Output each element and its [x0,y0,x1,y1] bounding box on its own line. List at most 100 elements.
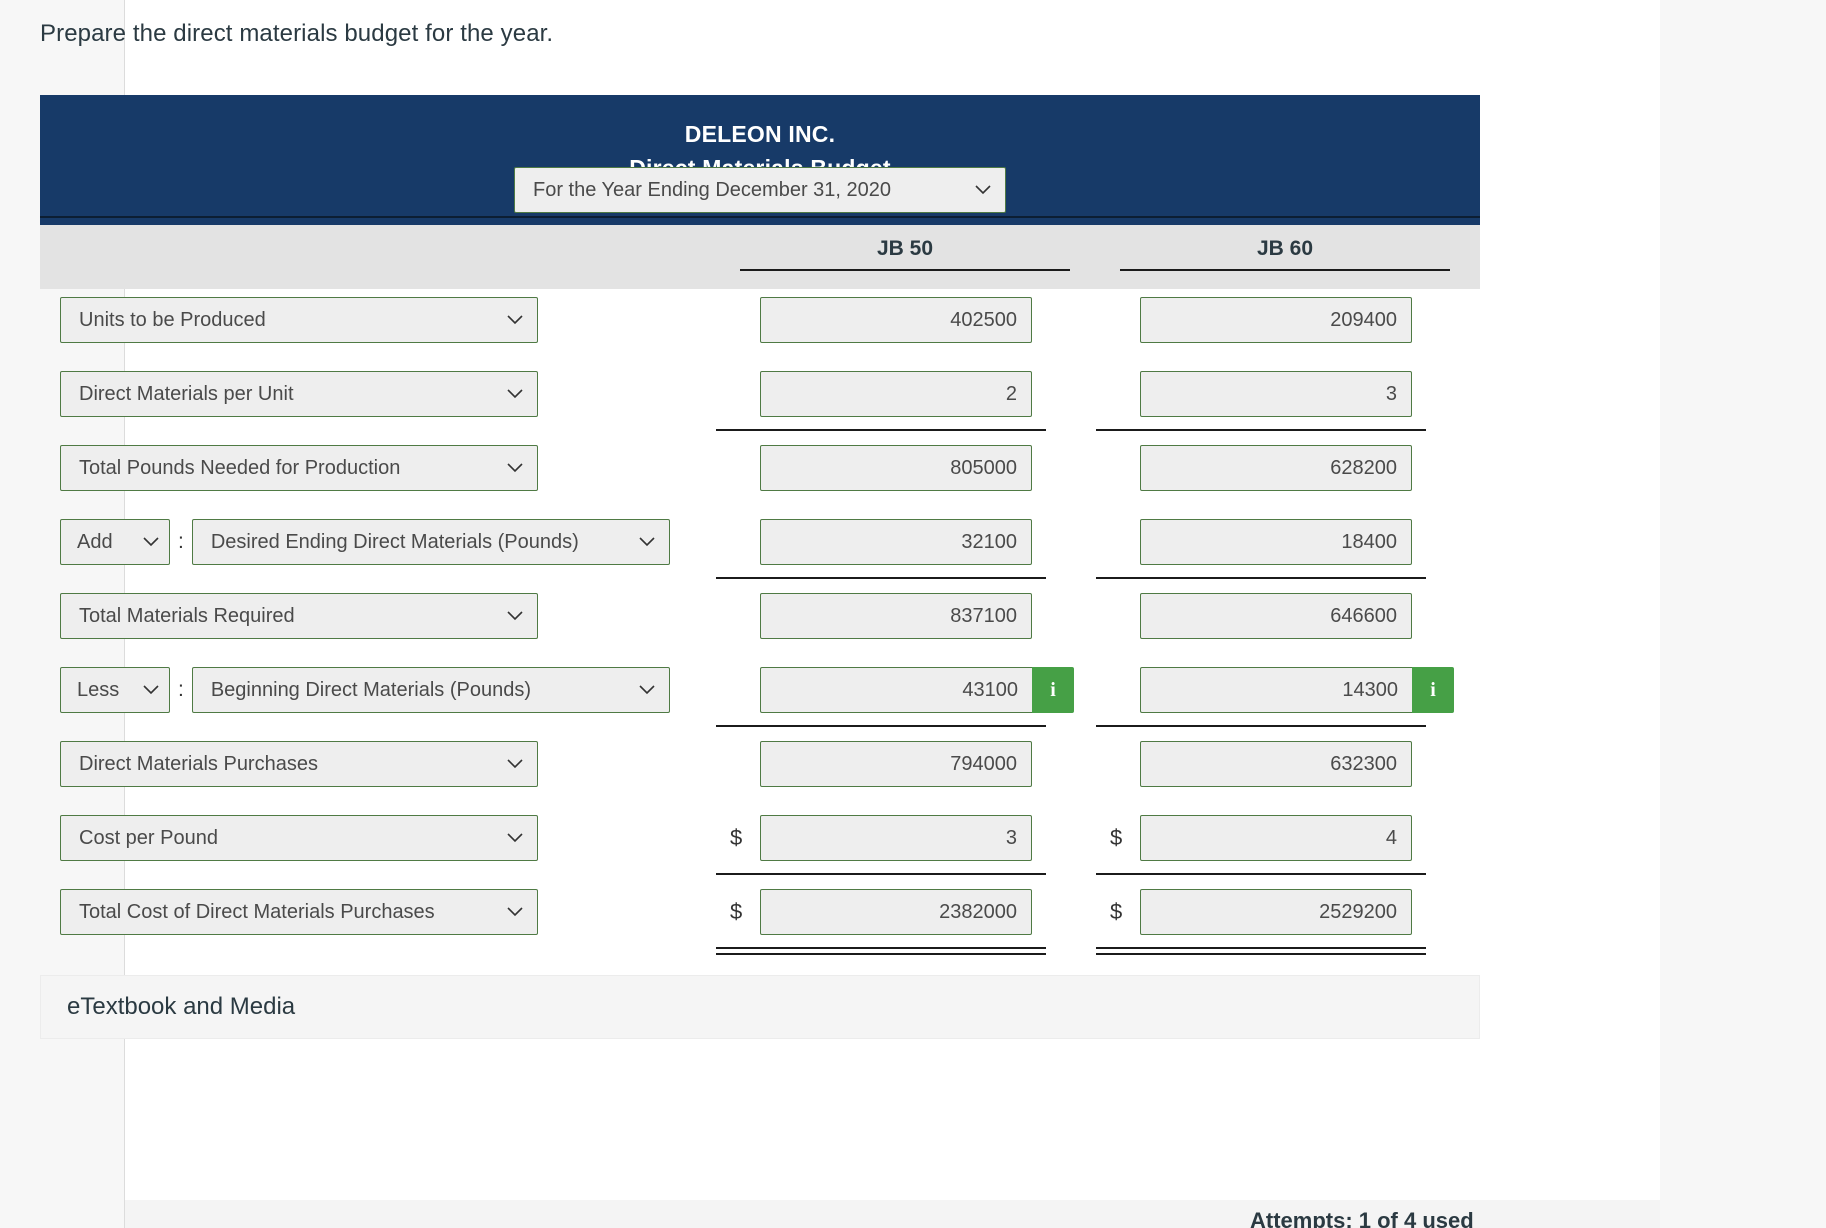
value-cell-jb50: $32100 [730,519,1032,565]
amount-input-jb60[interactable]: 18400 [1140,519,1412,565]
chevron-down-icon [507,816,523,860]
period-select-value: For the Year Ending December 31, 2020 [533,179,892,201]
chevron-down-icon [507,594,523,638]
amount-input-jb50[interactable]: 805000 [760,445,1032,491]
chevron-down-icon [143,668,159,712]
period-select[interactable]: For the Year Ending December 31, 2020 [514,167,1006,213]
account-select[interactable]: Units to be Produced [60,297,538,343]
value-cell-jb50: $2382000 [730,889,1032,935]
statement-row: Total Cost of Direct Materials Purchases… [40,881,1480,955]
currency-symbol: $ [730,825,743,850]
column-header-jb60: JB 60 [1120,237,1450,271]
row-label-cell: Total Materials Required [60,593,538,639]
subtotal-rule [1096,873,1426,875]
amount-input-jb50[interactable]: 32100 [760,519,1032,565]
value-cell-jb60: $628200 [1110,445,1412,491]
direct-materials-budget-statement: DELEON INC. Direct Materials Budget For … [40,95,1480,989]
amount-input-jb60[interactable]: 628200 [1140,445,1412,491]
statement-body: Units to be Produced $402500 $209400 Direct… [40,289,1480,989]
amount-input-jb60[interactable]: 646600 [1140,593,1412,639]
account-select[interactable]: Direct Materials per Unit [60,371,538,417]
total-double-rule [716,947,1046,955]
statement-row: Direct Materials per Unit $2 $3 [40,363,1480,437]
value-cell-jb60: $209400 [1110,297,1412,343]
chevron-down-icon [975,168,991,212]
account-select-value: Total Pounds Needed for Production [79,457,401,479]
value-cell-jb60: $646600 [1110,593,1412,639]
amount-input-jb60[interactable]: 4 [1140,815,1412,861]
operator-colon: : [178,678,184,701]
operator-select-value: Less [77,679,120,701]
statement-header: DELEON INC. Direct Materials Budget For … [40,95,1480,225]
amount-input-jb50[interactable]: 3 [760,815,1032,861]
account-select[interactable]: Total Cost of Direct Materials Purchases [60,889,538,935]
currency-symbol: $ [730,899,743,924]
operator-select[interactable]: Add [60,519,170,565]
subtotal-rule [716,725,1046,727]
value-cell-jb50: $3 [730,815,1032,861]
value-cell-jb60: $4 [1110,815,1412,861]
currency-symbol: $ [1110,825,1123,850]
account-select-value: Desired Ending Direct Materials (Pounds) [210,531,579,553]
amount-input-jb60[interactable]: 2529200 [1140,889,1412,935]
info-icon[interactable]: i [1412,667,1454,713]
subtotal-rule [1096,429,1426,431]
etextbook-and-media-label: eTextbook and Media [67,993,296,1020]
row-label-cell: Add: Desired Ending Direct Materials (Pou… [60,519,670,565]
period-select-wrapper: For the Year Ending December 31, 2020 [514,167,1006,213]
value-cell-jb60: $18400 [1110,519,1412,565]
amount-input-jb50[interactable]: 402500 [760,297,1032,343]
column-header-band: JB 50 JB 60 [40,225,1480,289]
amount-input-jb60[interactable]: 14300 [1140,667,1412,713]
value-cell-jb60: $632300 [1110,741,1412,787]
value-cell-jb50: $805000 [730,445,1032,491]
info-icon[interactable]: i [1032,667,1074,713]
row-label-cell: Less: Beginning Direct Materials (Pounds) [60,667,670,713]
account-select[interactable]: Cost per Pound [60,815,538,861]
operator-colon: : [178,530,184,553]
value-cell-jb50: $794000 [730,741,1032,787]
account-select[interactable]: Total Pounds Needed for Production [60,445,538,491]
total-double-rule [1096,947,1426,955]
amount-input-jb60[interactable]: 632300 [1140,741,1412,787]
header-rule [40,216,1480,218]
amount-input-jb50[interactable]: 2382000 [760,889,1032,935]
subtotal-rule [716,429,1046,431]
currency-symbol: $ [1110,899,1123,924]
company-name: DELEON INC. [684,121,836,147]
statement-row: Add: Desired Ending Direct Materials (Pou… [40,511,1480,585]
amount-input-jb50[interactable]: 2 [760,371,1032,417]
page-root: Prepare the direct materials budget for … [0,0,1826,1228]
account-select-value: Total Materials Required [79,605,295,627]
amount-input-jb60[interactable]: 3 [1140,371,1412,417]
value-cell-jb50: $837100 [730,593,1032,639]
etextbook-and-media-button[interactable]: eTextbook and Media [40,975,1480,1039]
account-select-value: Beginning Direct Materials (Pounds) [210,679,531,701]
amount-input-jb50[interactable]: 43100 [760,667,1032,713]
operator-select[interactable]: Less [60,667,170,713]
value-cell-jb50: $43100i [730,667,1074,713]
account-select[interactable]: Desired Ending Direct Materials (Pounds) [191,519,670,565]
chevron-down-icon [507,890,523,934]
account-select[interactable]: Total Materials Required [60,593,538,639]
row-label-cell: Total Cost of Direct Materials Purchases [60,889,538,935]
chevron-down-icon [639,668,655,712]
row-label-cell: Direct Materials Purchases [60,741,538,787]
account-select-value: Direct Materials Purchases [79,753,318,775]
account-select[interactable]: Direct Materials Purchases [60,741,538,787]
chevron-down-icon [507,446,523,490]
account-select[interactable]: Beginning Direct Materials (Pounds) [191,667,670,713]
amount-input-jb50[interactable]: 794000 [760,741,1032,787]
row-label-cell: Total Pounds Needed for Production [60,445,538,491]
subtotal-rule [716,577,1046,579]
statement-row: Total Materials Required $837100 $646600 [40,585,1480,659]
amount-input-jb50[interactable]: 837100 [760,593,1032,639]
subtotal-rule [716,873,1046,875]
amount-input-jb60[interactable]: 209400 [1140,297,1412,343]
attempts-counter: Attempts: 1 of 4 used [1250,1208,1474,1228]
value-cell-jb50: $2 [730,371,1032,417]
subtotal-rule [1096,725,1426,727]
subtotal-rule [1096,577,1426,579]
chevron-down-icon [143,520,159,564]
statement-row: Direct Materials Purchases $794000 $632300 [40,733,1480,807]
